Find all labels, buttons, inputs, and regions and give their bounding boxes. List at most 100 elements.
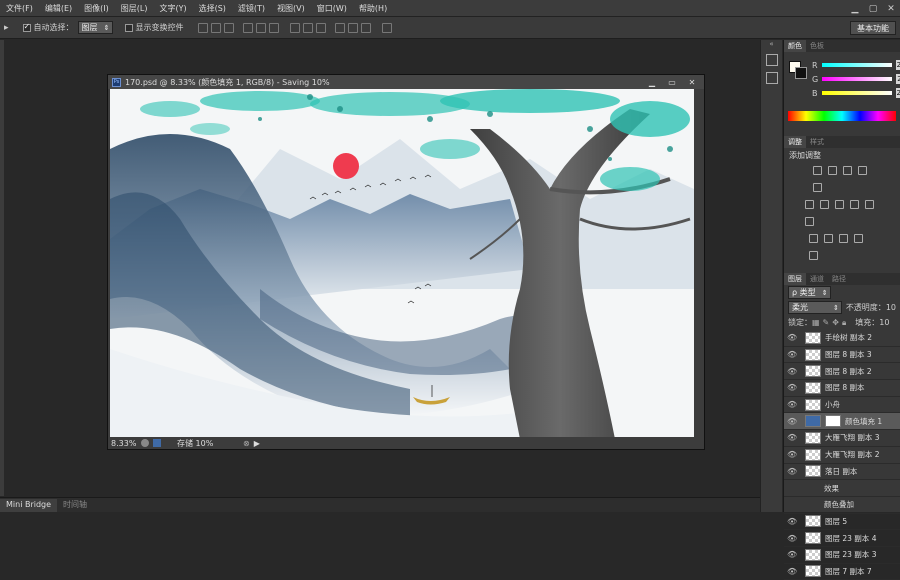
layer-row[interactable]: 👁︎图层 7 副本 7	[784, 564, 900, 580]
zoom-level[interactable]: 8.33%	[111, 439, 141, 448]
tab-mini-bridge[interactable]: Mini Bridge	[0, 499, 57, 512]
align-right-icon[interactable]	[269, 23, 279, 33]
hue-saturation-icon[interactable]	[805, 200, 814, 209]
gradient-map-icon[interactable]	[854, 234, 863, 243]
blue-value-input[interactable]: 239	[896, 88, 900, 98]
threshold-icon[interactable]	[839, 234, 848, 243]
selective-color-icon[interactable]	[809, 251, 818, 260]
properties-panel-icon[interactable]	[766, 72, 778, 84]
auto-select-checkbox[interactable]	[23, 24, 31, 32]
layer-filter-dropdown[interactable]: ρ 类型	[788, 286, 831, 299]
doc-maximize-icon[interactable]: ▭	[662, 75, 682, 89]
align-top-icon[interactable]	[198, 23, 208, 33]
eye-icon[interactable]: 👁︎	[787, 350, 799, 359]
menu-item-image[interactable]: 图像(I)	[78, 3, 115, 14]
menu-item-type[interactable]: 文字(Y)	[153, 3, 192, 14]
tab-timeline[interactable]: 时间轴	[57, 499, 93, 512]
opacity-input[interactable]: 10	[886, 303, 896, 312]
tab-paths[interactable]: 路径	[828, 273, 850, 285]
layer-row[interactable]: 👁︎图层 23 副本 4	[784, 530, 900, 547]
eye-icon[interactable]: 👁︎	[787, 534, 799, 543]
distribute-left-icon[interactable]	[335, 23, 345, 33]
exposure-icon[interactable]	[858, 166, 867, 175]
tab-color[interactable]: 颜色	[784, 40, 806, 52]
layer-row[interactable]: 👁︎小舟	[784, 397, 900, 414]
menu-item-help[interactable]: 帮助(H)	[353, 3, 393, 14]
eye-icon[interactable]: 👁︎	[787, 567, 799, 576]
menu-item-filter[interactable]: 滤镜(T)	[232, 3, 271, 14]
status-menu-arrow-icon[interactable]: ▶	[254, 439, 260, 448]
close-icon[interactable]: ✕	[882, 0, 900, 17]
tab-adjustments[interactable]: 调整	[784, 136, 806, 148]
layer-row[interactable]: 👁︎落日 副本	[784, 464, 900, 481]
background-color-swatch[interactable]	[795, 67, 807, 79]
color-balance-icon[interactable]	[820, 200, 829, 209]
auto-select-dropdown[interactable]: 图层	[78, 21, 113, 34]
photo-filter-icon[interactable]	[850, 200, 859, 209]
history-panel-icon[interactable]	[766, 54, 778, 66]
menu-item-window[interactable]: 窗口(W)	[311, 3, 353, 14]
eye-icon[interactable]: 👁︎	[787, 367, 799, 376]
posterize-icon[interactable]	[824, 234, 833, 243]
layer-row[interactable]: 👁︎大雁飞翔 副本 2	[784, 447, 900, 464]
distribute-vcenter-icon[interactable]	[303, 23, 313, 33]
layer-row[interactable]: 效果	[784, 480, 900, 497]
distribute-top-icon[interactable]	[290, 23, 300, 33]
green-value-input[interactable]: 251	[896, 74, 900, 84]
layer-row[interactable]: 👁︎大雁飞翔 副本 3	[784, 430, 900, 447]
curves-icon[interactable]	[843, 166, 852, 175]
cancel-icon[interactable]: ⊗	[243, 439, 250, 448]
menu-item-layer[interactable]: 图层(L)	[115, 3, 154, 14]
fill-input[interactable]: 10	[879, 318, 889, 327]
align-bottom-icon[interactable]	[224, 23, 234, 33]
blend-mode-dropdown[interactable]: 柔光	[788, 301, 842, 314]
layer-row[interactable]: 👁︎图层 8 副本	[784, 380, 900, 397]
brightness-icon[interactable]	[813, 166, 822, 175]
align-left-icon[interactable]	[243, 23, 253, 33]
workspace-button[interactable]: 基本功能	[850, 21, 896, 35]
color-spectrum-bar[interactable]	[788, 111, 896, 121]
distribute-bottom-icon[interactable]	[316, 23, 326, 33]
menu-item-edit[interactable]: 编辑(E)	[39, 3, 78, 14]
eye-icon[interactable]: 👁︎	[787, 383, 799, 392]
layer-row[interactable]: 👁︎图层 23 副本 3	[784, 547, 900, 564]
align-hcenter-icon[interactable]	[256, 23, 266, 33]
menu-item-select[interactable]: 选择(S)	[193, 3, 232, 14]
distribute-hcenter-icon[interactable]	[348, 23, 358, 33]
eye-icon[interactable]: 👁︎	[787, 433, 799, 442]
layer-row[interactable]: 👁︎图层 5	[784, 514, 900, 531]
color-lookup-icon[interactable]	[805, 217, 814, 226]
restore-icon[interactable]: ▢	[864, 0, 882, 17]
show-transform-checkbox[interactable]	[125, 24, 133, 32]
document-titlebar[interactable]: Ps 170.psd @ 8.33% (颜色填充 1, RGB/8) - Sav…	[108, 75, 704, 89]
layer-row[interactable]: 👁︎颜色填充 1	[784, 413, 900, 430]
tab-channels[interactable]: 通道	[806, 273, 828, 285]
layer-row[interactable]: 👁︎图层 8 副本 3	[784, 347, 900, 364]
doc-minimize-icon[interactable]: ▁	[642, 75, 662, 89]
eye-icon[interactable]: 👁︎	[787, 550, 799, 559]
vibrance-icon[interactable]	[813, 183, 822, 192]
red-slider[interactable]	[822, 63, 892, 67]
invert-icon[interactable]	[809, 234, 818, 243]
eye-icon[interactable]: 👁︎	[787, 517, 799, 526]
doc-close-icon[interactable]: ✕	[682, 75, 702, 89]
blue-slider[interactable]	[822, 91, 892, 95]
tab-layers[interactable]: 图层	[784, 273, 806, 285]
tool-preset-icon[interactable]: ▸	[4, 23, 9, 33]
layer-row[interactable]: 👁︎手绘树 副本 2	[784, 330, 900, 347]
eye-icon[interactable]: 👁︎	[787, 333, 799, 342]
red-value-input[interactable]: 254	[896, 60, 900, 70]
menu-item-file[interactable]: 文件(F)	[0, 3, 39, 14]
menu-item-view[interactable]: 视图(V)	[271, 3, 311, 14]
tab-swatches[interactable]: 色板	[806, 40, 828, 52]
tab-styles[interactable]: 样式	[806, 136, 828, 148]
eye-icon[interactable]: 👁︎	[787, 450, 799, 459]
minimize-icon[interactable]: ▁	[846, 0, 864, 17]
document-canvas[interactable]	[110, 89, 694, 439]
green-slider[interactable]	[822, 77, 892, 81]
channel-mixer-icon[interactable]	[865, 200, 874, 209]
eye-icon[interactable]: 👁︎	[787, 417, 799, 426]
lock-icons[interactable]: ▦✎✥🔒︎	[812, 318, 849, 328]
auto-align-icon[interactable]	[382, 23, 392, 33]
eye-icon[interactable]: 👁︎	[787, 400, 799, 409]
